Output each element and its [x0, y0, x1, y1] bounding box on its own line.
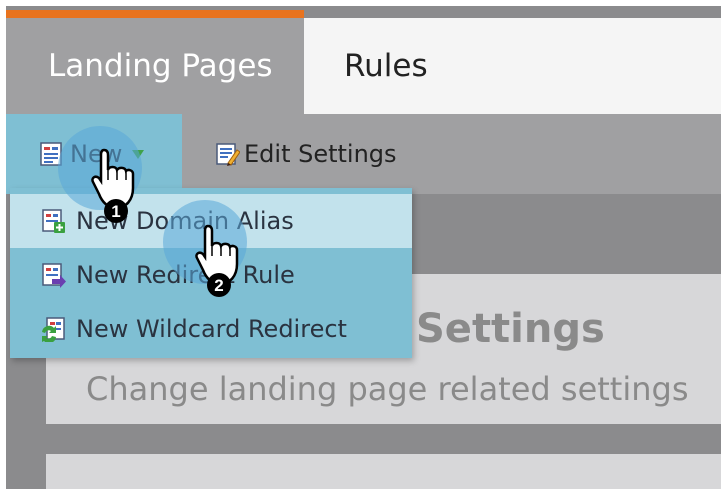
tab-rules[interactable]: Rules: [304, 18, 721, 114]
new-dropdown-menu: New Domain Alias New Redirect Rule New W…: [10, 188, 412, 358]
edit-settings-label: Edit Settings: [244, 140, 397, 168]
menu-item-new-wildcard-redirect[interactable]: New Wildcard Redirect: [10, 302, 412, 356]
new-page-icon: [40, 142, 62, 166]
menu-item-new-domain-alias-label: New Domain Alias: [76, 207, 294, 235]
settings-panel-title: Settings: [416, 306, 605, 352]
new-button[interactable]: New: [6, 114, 182, 194]
edit-settings-icon: [216, 143, 240, 166]
new-button-label: New: [70, 140, 123, 168]
wildcard-redirect-icon: [42, 317, 65, 342]
domain-alias-icon: [42, 209, 65, 233]
edit-settings-button[interactable]: Edit Settings: [214, 114, 397, 194]
redirect-rule-icon: [42, 263, 66, 288]
menu-item-new-redirect-rule[interactable]: New Redirect Rule: [10, 248, 412, 302]
menu-item-new-redirect-rule-label: New Redirect Rule: [76, 261, 295, 289]
menu-item-new-wildcard-redirect-label: New Wildcard Redirect: [76, 315, 347, 343]
app-frame: Landing Pages Rules New Edit Settings Se…: [6, 6, 721, 489]
menu-item-new-domain-alias[interactable]: New Domain Alias: [10, 194, 412, 248]
dropdown-arrow-icon: [132, 149, 145, 159]
settings-panel-subtitle: Change landing page related settings: [86, 370, 689, 408]
secondary-panel: [46, 454, 721, 489]
tab-landing-pages[interactable]: Landing Pages: [6, 18, 304, 114]
active-tab-indicator: [6, 10, 304, 18]
toolbar: New Edit Settings: [6, 114, 721, 194]
tab-rules-label: Rules: [344, 48, 428, 84]
tab-landing-pages-label: Landing Pages: [48, 48, 273, 84]
